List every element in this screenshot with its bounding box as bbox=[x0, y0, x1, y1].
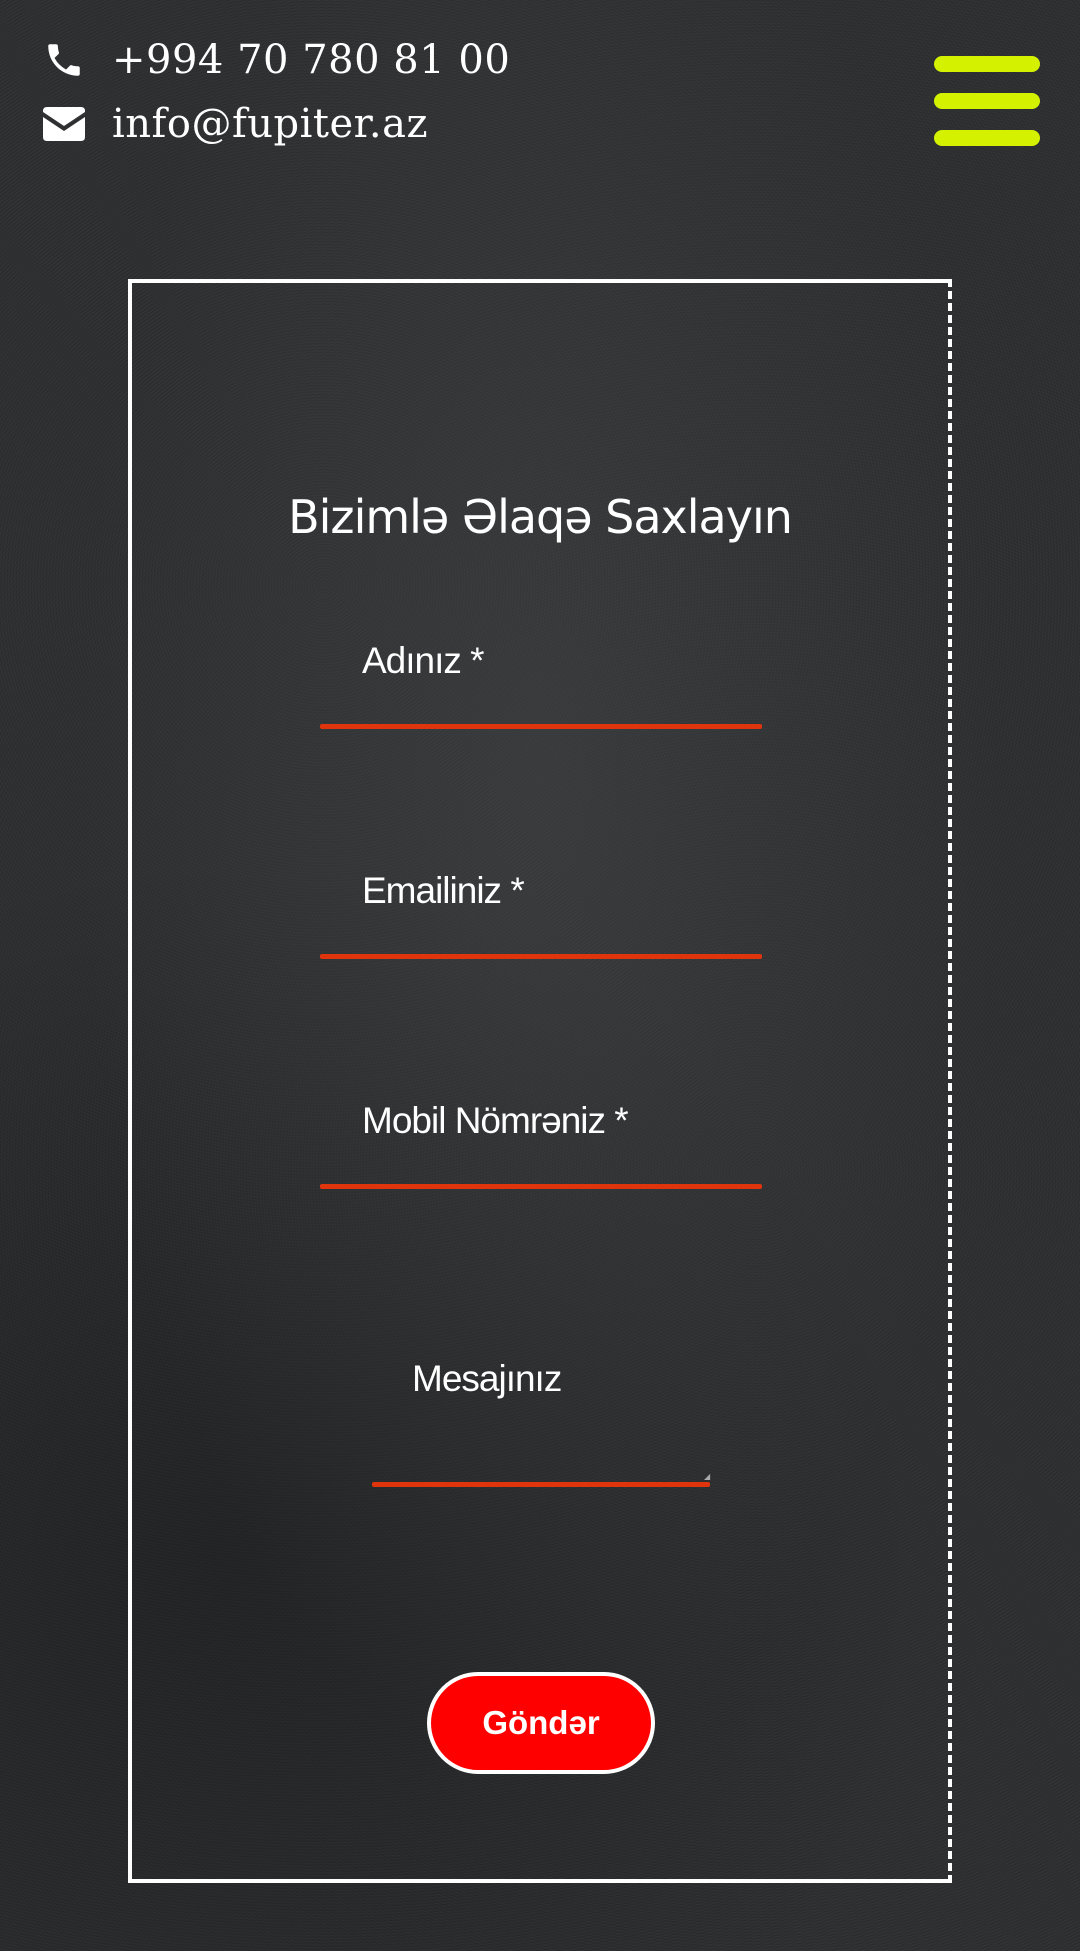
menu-bar-bottom bbox=[934, 130, 1040, 146]
menu-bar-middle bbox=[934, 93, 1040, 109]
email-address[interactable]: info@fupiter.az bbox=[112, 104, 428, 144]
submit-button[interactable]: Göndər bbox=[427, 1672, 655, 1774]
envelope-icon bbox=[42, 102, 86, 146]
email-field: Emailiniz * bbox=[320, 870, 762, 980]
name-label: Adınız * bbox=[362, 640, 485, 681]
email-contact[interactable]: info@fupiter.az bbox=[42, 102, 428, 146]
phone-icon bbox=[42, 38, 86, 82]
email-label: Emailiniz * bbox=[362, 870, 525, 911]
message-underline bbox=[372, 1482, 710, 1487]
message-label: Mesajınız bbox=[412, 1358, 562, 1399]
name-field: Adınız * bbox=[320, 640, 762, 750]
mobile-underline bbox=[320, 1184, 762, 1189]
phone-number[interactable]: +994 70 780 81 00 bbox=[112, 40, 510, 80]
resize-handle-icon[interactable]: ◢ bbox=[704, 1473, 710, 1481]
hamburger-menu-icon[interactable] bbox=[934, 54, 1040, 150]
message-field: Mesajınız ◢ bbox=[372, 1358, 710, 1488]
top-bar: +994 70 780 81 00 info@fupiter.az bbox=[0, 0, 1080, 170]
form-title: Bizimlə Əlaqə Saxlayın bbox=[288, 490, 793, 544]
mobile-label: Mobil Nömrəniz * bbox=[362, 1100, 629, 1141]
mobile-field: Mobil Nömrəniz * bbox=[320, 1100, 762, 1210]
menu-bar-top bbox=[934, 56, 1040, 72]
email-underline bbox=[320, 954, 762, 959]
name-underline bbox=[320, 724, 762, 729]
phone-contact[interactable]: +994 70 780 81 00 bbox=[42, 38, 510, 82]
